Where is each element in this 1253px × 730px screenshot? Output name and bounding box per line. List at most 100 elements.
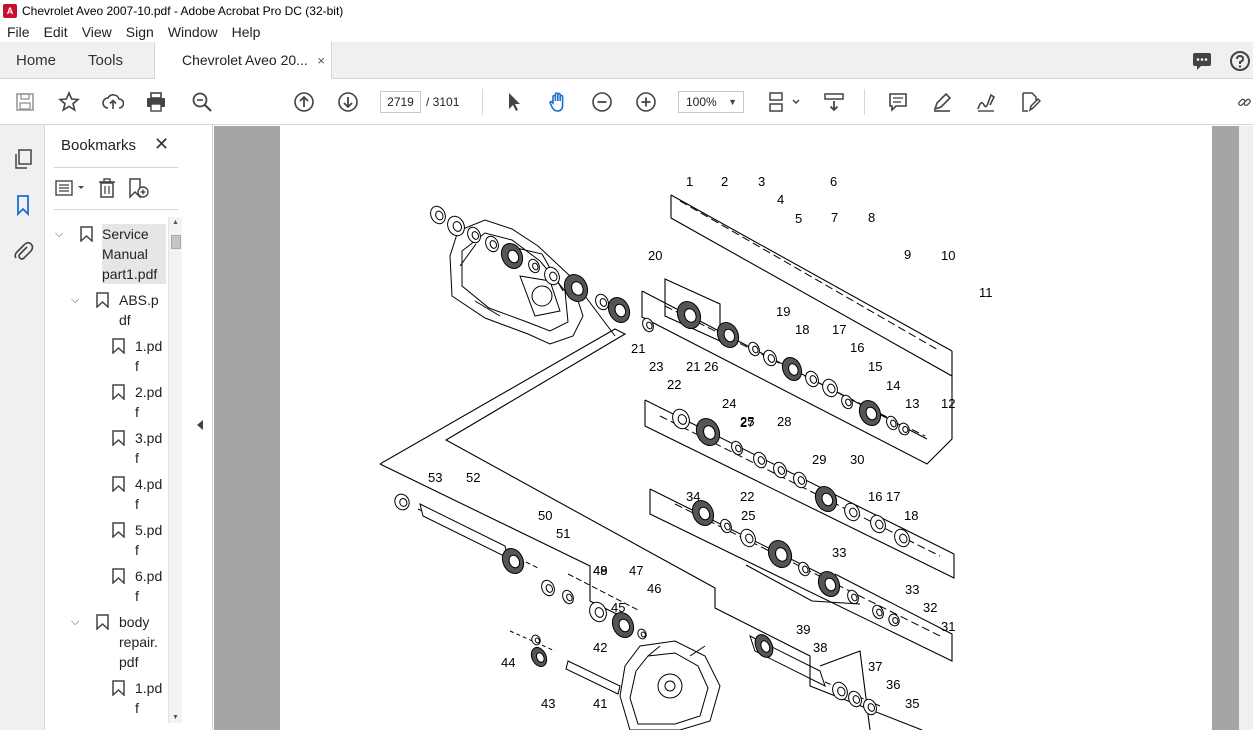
callout-label: 22 [667,377,681,392]
bookmark-icon [112,476,125,492]
bookmark-label: f [135,450,139,466]
bookmark-label: repair. [119,634,158,650]
menu-help[interactable]: Help [225,24,268,40]
scroll-mode-icon[interactable] [822,90,846,114]
menu-file[interactable]: File [0,24,37,40]
new-bookmark-icon[interactable] [126,177,150,199]
comment-icon[interactable] [886,90,910,114]
star-icon[interactable] [57,90,81,114]
scrollbar-thumb[interactable] [171,235,181,249]
tab-home[interactable]: Home [16,42,56,79]
pdf-page: 1 2 3 4 5 6 7 8 9 10 11 12 13 14 15 16 16 17 17 18 18 19 20 21 2… [280,126,1212,730]
callout-label: 3 [758,174,765,189]
hand-icon[interactable] [546,90,570,114]
bookmark-icon [112,522,125,538]
bookmark-label: pdf [119,654,139,670]
callout-label: 23 [649,359,663,374]
sign-icon[interactable] [974,90,998,114]
callout-label: 33 [905,582,919,597]
bookmark-label: 4.pd [135,476,163,492]
page-thumbnails-icon[interactable] [10,146,36,172]
callout-label: 16 [868,489,882,504]
menu-sign[interactable]: Sign [119,24,161,40]
upload-icon[interactable] [101,90,125,114]
menu-window[interactable]: Window [161,24,225,40]
close-tab-icon[interactable]: × [317,42,325,79]
callout-label: 18 [795,322,809,337]
chevron-down-icon[interactable]: ⌵ [71,290,79,310]
zoom-search-icon[interactable] [190,90,214,114]
bookmark-icon[interactable] [10,192,36,218]
zoom-out-icon[interactable] [590,90,614,114]
bookmark-label: 6.pd [135,568,163,584]
tab-tools[interactable]: Tools [88,42,123,79]
edit-pdf-icon[interactable] [1018,90,1042,114]
page-number-input[interactable]: 2719 [380,91,421,113]
bookmark-label: f [135,496,139,512]
page-down-icon[interactable] [336,90,360,114]
callout-label: 18 [904,508,918,523]
callout-label: 49 [593,563,607,578]
chevron-down-icon: ▼ [728,97,737,107]
delete-icon[interactable] [96,177,118,199]
bookmark-label: f [135,404,139,420]
save-icon[interactable] [13,90,37,114]
chat-comment-icon[interactable] [1191,50,1213,72]
title-bar: A Chevrolet Aveo 2007-10.pdf - Adobe Acr… [0,0,1253,21]
bookmark-icon [80,226,93,242]
exploded-transmission-diagram: 1 2 34567 89 1011121314151616171718181920212… [379,174,993,730]
callout-label: 25 [741,508,755,523]
callout-label: 21 [631,341,645,356]
bookmarks-scrollbar[interactable]: ▲ ▼ [168,217,182,723]
callout-label: 8 [868,210,875,225]
zoom-level-select[interactable]: 100% ▼ [678,91,744,113]
acrobat-app-icon: A [3,3,17,18]
attachment-icon[interactable] [10,238,36,264]
tab-document[interactable]: Chevrolet Aveo 20... × [154,42,332,80]
callout-label: 44 [501,655,515,670]
callout-label: 9 [904,247,911,262]
scroll-down-icon[interactable]: ▼ [172,714,179,721]
help-icon[interactable] [1229,50,1251,72]
callout-label: 27 [740,415,754,430]
callout-label: 47 [629,563,643,578]
page-display-icon[interactable] [766,90,802,114]
select-cursor-icon[interactable] [502,90,526,114]
page-up-icon[interactable] [292,90,316,114]
menu-view[interactable]: View [75,24,119,40]
bookmark-icon [96,292,109,308]
print-icon[interactable] [144,90,168,114]
callout-label: 14 [886,378,900,393]
callout-label: 10 [941,248,955,263]
callout-label: 35 [905,696,919,711]
window-title: Chevrolet Aveo 2007-10.pdf - Adobe Acrob… [22,3,344,18]
callout-label: 42 [593,640,607,655]
panel-collapse-handle[interactable] [190,125,213,730]
bookmark-icon [112,568,125,584]
bookmark-label: 1.pd [135,680,163,696]
tab-bar: Home Tools Chevrolet Aveo 20... × [0,42,1253,80]
menu-edit[interactable]: Edit [37,24,75,40]
document-viewport[interactable]: 1 2 3 4 5 6 7 8 9 10 11 12 13 14 15 16 16 17 17 18 18 19 20 21 2… [214,126,1253,730]
scroll-up-icon[interactable]: ▲ [172,219,179,226]
gear-parts [394,205,910,716]
highlight-pen-icon[interactable] [930,90,954,114]
callout-label: 19 [776,304,790,319]
share-link-icon[interactable] [1236,90,1253,114]
close-icon[interactable]: ✕ [154,134,169,155]
chevron-down-icon[interactable]: ⌵ [55,224,63,244]
document-scrollbar[interactable] [1239,126,1253,730]
bookmark-label: f [135,700,139,716]
tab-document-label: Chevrolet Aveo 20... [182,52,308,68]
options-menu-icon[interactable] [54,177,88,199]
callout-label: 2 [721,174,728,189]
diagram-outlines [379,194,955,730]
callout-label: 21 [686,359,700,374]
callout-label: 32 [923,600,937,615]
chevron-down-icon[interactable]: ⌵ [71,612,79,632]
callout-label: 4 [777,192,784,207]
zoom-in-icon[interactable] [634,90,658,114]
bookmarks-panel: Bookmarks ✕ ⌵ Service Manual part1.pdf ⌵ [46,125,190,730]
callout-label: 20 [648,248,662,263]
toolbar-separator [864,89,865,115]
